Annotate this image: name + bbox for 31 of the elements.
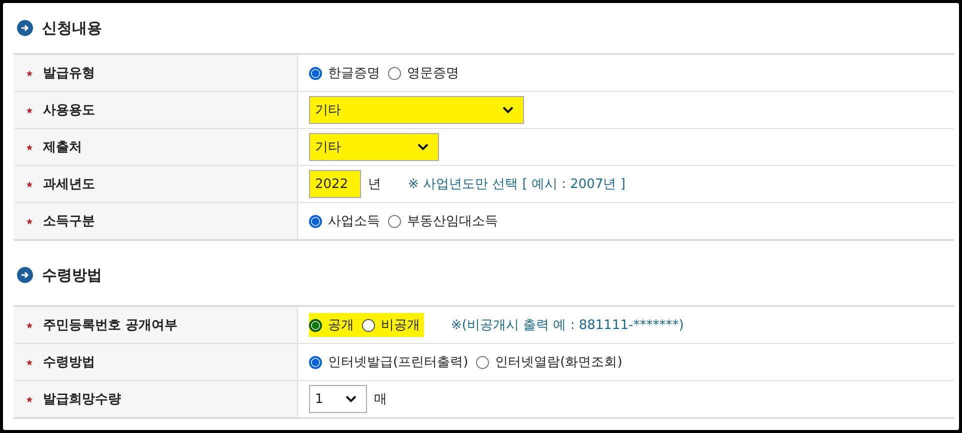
select-field[interactable]: 기타 — [309, 96, 524, 124]
field-label: 소득구분 — [43, 213, 95, 230]
field-label: 주민등록번호 공개여부 — [43, 317, 178, 334]
chevron-down-icon — [345, 395, 357, 403]
field-label: 발급유형 — [43, 65, 95, 82]
radio-option[interactable]: 인터넷열람(화면조회) — [476, 353, 622, 371]
unit-label: 매 — [374, 391, 387, 408]
hint-text: ※ 사업년도만 선택 [ 예시 : 2007년 ] — [408, 176, 626, 193]
field-label: 사용용도 — [43, 102, 95, 119]
radio-option[interactable]: 인터넷발급(프린터출력) — [309, 353, 468, 371]
chevron-down-icon — [417, 143, 429, 151]
radio-option[interactable]: 비공개 — [362, 316, 420, 334]
arrow-circle-icon — [17, 20, 33, 36]
hint-text: ※(비공개시 출력 예 : 881111-*******) — [451, 317, 684, 334]
section-title: 신청내용 — [42, 18, 102, 38]
unit-label: 년 — [368, 176, 381, 193]
chevron-down-icon — [502, 106, 514, 114]
radio-option[interactable]: 공개 — [309, 316, 354, 334]
field-label: 제출처 — [43, 139, 82, 156]
section-title: 수령방법 — [42, 266, 102, 284]
radio-option[interactable]: 부동산임대소득 — [388, 212, 498, 230]
select-field[interactable]: 1 — [309, 385, 367, 413]
radio-option[interactable]: 사업소득 — [309, 212, 380, 230]
field-label: 과세년도 — [43, 176, 95, 193]
field-label: 발급희망수량 — [43, 391, 121, 408]
year-input-field[interactable]: 2022 — [309, 170, 361, 198]
field-label: 수령방법 — [43, 354, 95, 371]
arrow-circle-icon — [17, 267, 33, 283]
radio-option[interactable]: 영문증명 — [388, 64, 459, 82]
select-field[interactable]: 기타 — [309, 133, 439, 161]
radio-option[interactable]: 한글증명 — [309, 64, 380, 82]
